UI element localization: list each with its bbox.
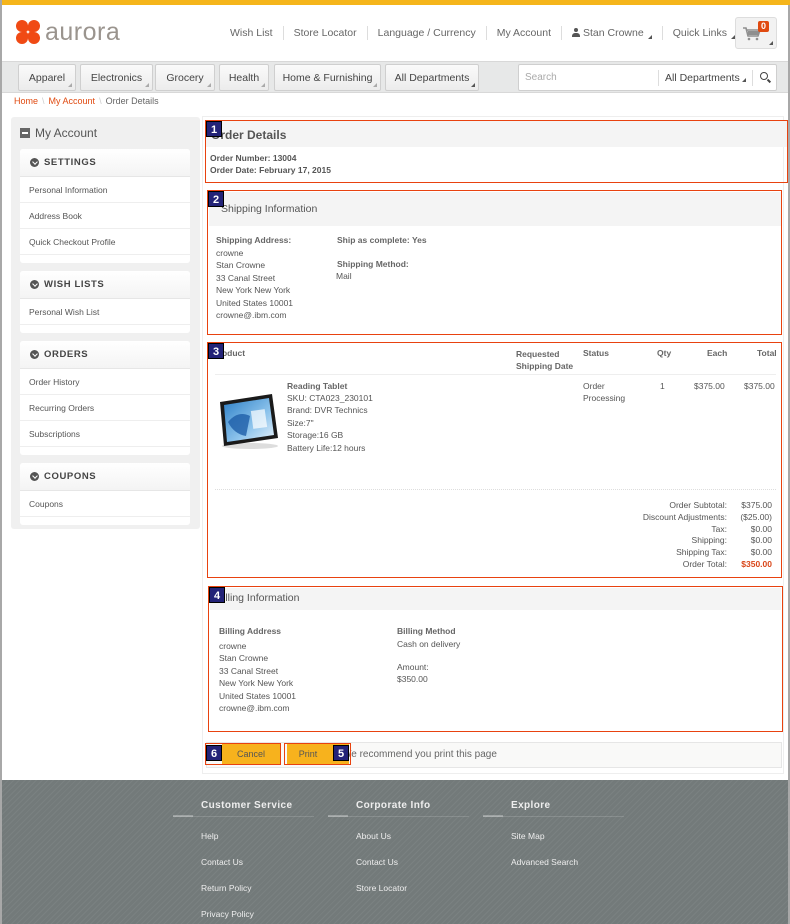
sidebar-item-order-history[interactable]: Order History: [20, 369, 190, 395]
footer-link-help[interactable]: Help: [201, 831, 218, 841]
print-recommendation: We recommend you print this page: [342, 749, 497, 760]
sidebar-group-wish-lists: WISH LISTS Personal Wish List: [20, 271, 190, 333]
breadcrumb-home[interactable]: Home: [14, 96, 38, 106]
footer-divider: [173, 816, 314, 817]
nav-electronics[interactable]: Electronics: [80, 64, 153, 91]
footer-link-contact-us[interactable]: Contact Us: [201, 857, 243, 867]
sidebar-item-personal-wish-list[interactable]: Personal Wish List: [20, 299, 190, 325]
store-locator-link[interactable]: Store Locator: [284, 26, 368, 40]
dropdown-corner-icon: [647, 35, 652, 39]
footer-heading-explore: Explore: [511, 800, 551, 811]
dropdown-corner-icon: [742, 78, 746, 82]
breadcrumb-my-account[interactable]: My Account: [49, 96, 96, 106]
search-button[interactable]: [752, 70, 776, 86]
dropdown-corner-icon: [261, 83, 265, 87]
chevron-down-icon: [30, 472, 39, 481]
dropdown-corner-icon: [373, 83, 377, 87]
search-bar: All Departments: [518, 64, 777, 91]
footer-link-contact-us-corporate[interactable]: Contact Us: [356, 857, 398, 867]
sidebar-item-personal-information[interactable]: Personal Information: [20, 177, 190, 203]
footer-link-privacy-policy[interactable]: Privacy Policy: [201, 909, 254, 919]
sidebar-item-coupons[interactable]: Coupons: [20, 491, 190, 517]
annotation-badge-3: 3: [208, 343, 224, 359]
nav-grocery[interactable]: Grocery: [155, 64, 215, 91]
annotation-box-2: [207, 190, 782, 335]
search-input[interactable]: [525, 65, 655, 90]
user-icon: [572, 28, 580, 37]
chevron-down-icon: [30, 158, 39, 167]
nav-apparel[interactable]: Apparel: [18, 64, 76, 91]
annotation-badge-6: 6: [206, 745, 222, 761]
department-nav: Apparel Electronics Grocery Health Home …: [2, 61, 788, 93]
annotation-badge-1: 1: [206, 121, 222, 137]
dropdown-corner-icon: [769, 41, 773, 45]
footer-link-return-policy[interactable]: Return Policy: [201, 883, 252, 893]
annotation-box-1: [205, 120, 788, 183]
quick-links-menu[interactable]: Quick Links: [663, 26, 745, 40]
cart-button[interactable]: 0: [735, 17, 777, 49]
user-name: Stan Crowne: [583, 27, 644, 39]
footer-link-about-us[interactable]: About Us: [356, 831, 391, 841]
footer-heading-customer-service: Customer Service: [201, 800, 293, 811]
nav-home-furnishing[interactable]: Home & Furnishing: [274, 64, 381, 91]
user-menu[interactable]: Stan Crowne: [562, 26, 663, 40]
chevron-down-icon: [30, 280, 39, 289]
site-footer: Customer Service Help Contact Us Return …: [2, 780, 788, 924]
footer-link-site-map[interactable]: Site Map: [511, 831, 545, 841]
dropdown-corner-icon: [145, 83, 149, 87]
sidebar-group-header[interactable]: COUPONS: [20, 463, 190, 491]
breadcrumb-separator: \: [42, 96, 45, 106]
chevron-down-icon: [30, 350, 39, 359]
dropdown-corner-icon: [207, 83, 211, 87]
language-currency-link[interactable]: Language / Currency: [368, 26, 487, 40]
breadcrumb: Home \ My Account \ Order Details: [14, 96, 159, 106]
footer-link-advanced-search[interactable]: Advanced Search: [511, 857, 578, 867]
annotation-box-4: [208, 586, 783, 732]
breadcrumb-current: Order Details: [105, 96, 159, 106]
sidebar-group-header[interactable]: SETTINGS: [20, 149, 190, 177]
my-account-link[interactable]: My Account: [487, 26, 562, 40]
nav-all-departments[interactable]: All Departments: [385, 64, 479, 91]
sidebar-item-subscriptions[interactable]: Subscriptions: [20, 421, 190, 447]
header-links: Wish List Store Locator Language / Curre…: [220, 26, 745, 40]
sidebar-group-header[interactable]: WISH LISTS: [20, 271, 190, 299]
aurora-logo[interactable]: aurora: [16, 18, 121, 46]
sidebar-item-quick-checkout-profile[interactable]: Quick Checkout Profile: [20, 229, 190, 255]
cart-count-badge: 0: [758, 21, 770, 32]
footer-heading-corporate-info: Corporate Info: [356, 800, 431, 811]
annotation-box-3: [207, 342, 782, 578]
nav-health[interactable]: Health: [219, 64, 269, 91]
dropdown-corner-icon: [68, 83, 72, 87]
footer-divider: [328, 816, 469, 817]
search-department-select[interactable]: All Departments: [658, 70, 752, 86]
annotation-badge-2: 2: [208, 191, 224, 207]
top-accent-bar: [2, 0, 790, 5]
wish-list-link[interactable]: Wish List: [220, 26, 284, 40]
sidebar-group-header[interactable]: ORDERS: [20, 341, 190, 369]
account-sidebar: My Account SETTINGS Personal Information…: [11, 117, 200, 529]
dropdown-corner-icon: [471, 83, 475, 87]
footer-divider: [483, 816, 624, 817]
sidebar-group-coupons: COUPONS Coupons: [20, 463, 190, 525]
breadcrumb-separator: \: [99, 96, 102, 106]
sidebar-item-address-book[interactable]: Address Book: [20, 203, 190, 229]
quick-links-label: Quick Links: [672, 27, 727, 39]
sidebar-group-orders: ORDERS Order History Recurring Orders Su…: [20, 341, 190, 455]
annotation-badge-4: 4: [209, 587, 225, 603]
annotation-badge-5: 5: [333, 745, 349, 761]
collapse-icon: [20, 128, 30, 138]
logo-text: aurora: [45, 18, 121, 46]
logo-flower-icon: [16, 20, 40, 44]
sidebar-title[interactable]: My Account: [20, 126, 97, 140]
sidebar-item-recurring-orders[interactable]: Recurring Orders: [20, 395, 190, 421]
sidebar-group-settings: SETTINGS Personal Information Address Bo…: [20, 149, 190, 263]
footer-link-store-locator[interactable]: Store Locator: [356, 883, 407, 893]
